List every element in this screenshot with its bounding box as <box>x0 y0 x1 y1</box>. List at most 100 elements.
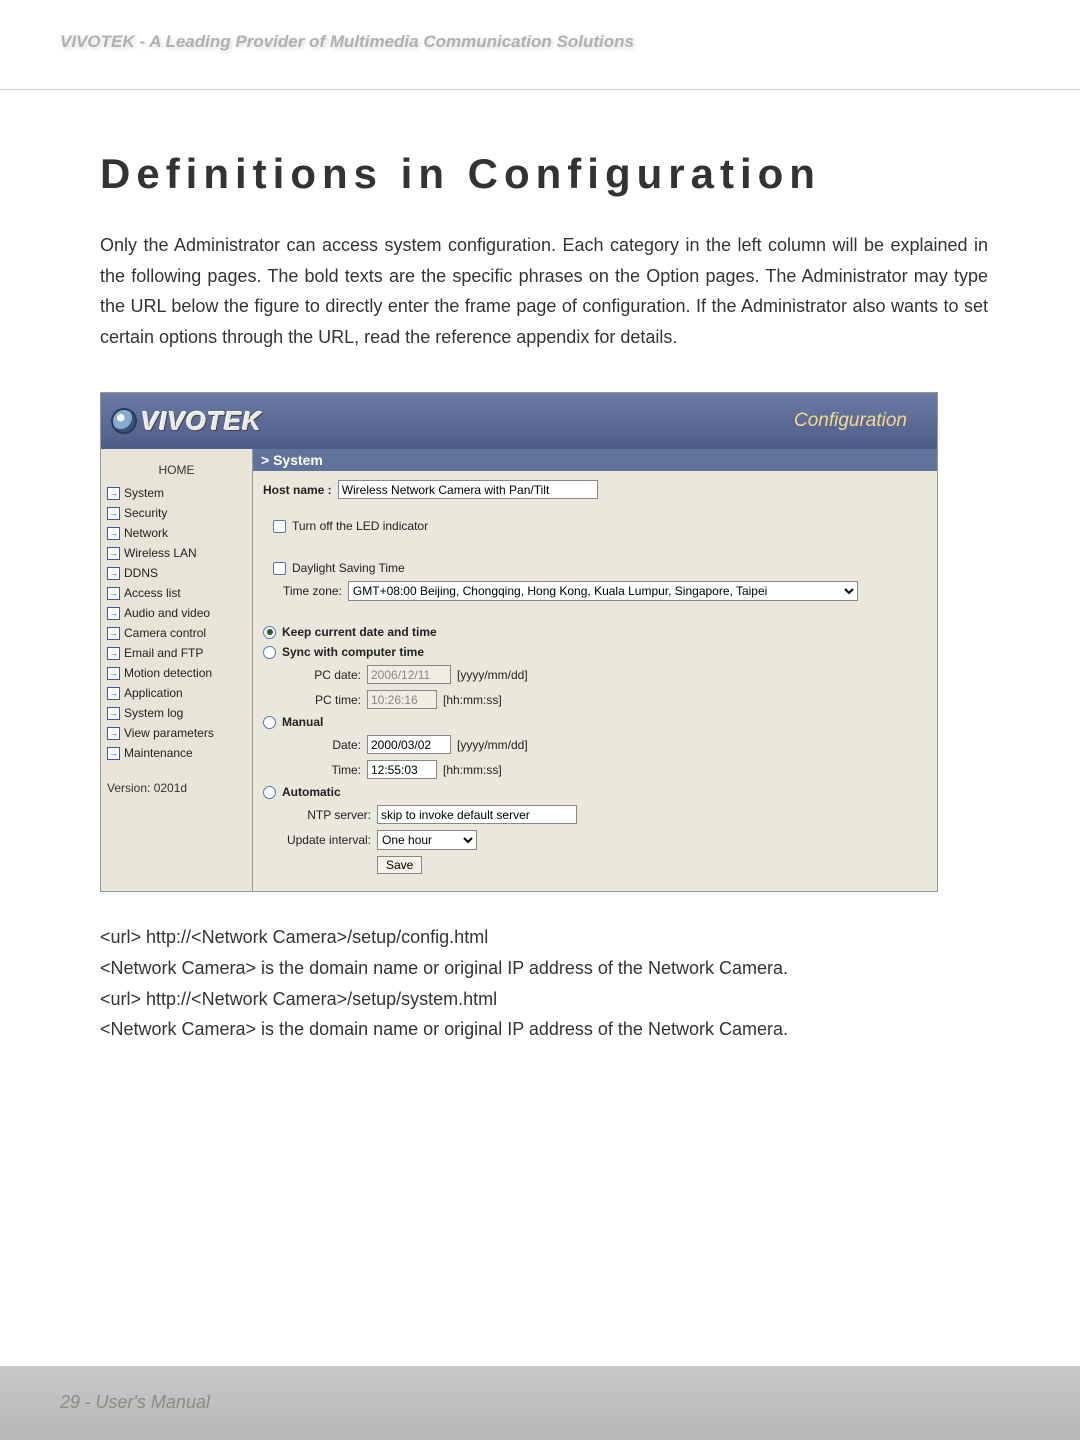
sidebar-item-email-ftp[interactable]: → Email and FTP <box>101 643 252 663</box>
sidebar-item-label: Security <box>124 506 167 520</box>
pc-date-hint: [yyyy/mm/dd] <box>457 668 528 682</box>
keep-radio[interactable] <box>263 626 276 639</box>
page-header: VIVOTEK - A Leading Provider of Multimed… <box>0 0 1080 90</box>
sidebar-item-camera-control[interactable]: → Camera control <box>101 623 252 643</box>
save-button[interactable]: Save <box>377 856 422 874</box>
auto-radio[interactable] <box>263 786 276 799</box>
arrow-icon: → <box>107 627 120 640</box>
led-checkbox[interactable] <box>273 520 286 533</box>
sidebar-item-label: Email and FTP <box>124 646 203 660</box>
logo: VIVOTEK <box>111 406 262 437</box>
pc-time-label: PC time: <box>281 693 361 707</box>
page-content: Definitions in Configuration Only the Ad… <box>0 90 1080 1045</box>
arrow-icon: → <box>107 647 120 660</box>
brand-tagline: VIVOTEK - A Leading Provider of Multimed… <box>60 32 1080 52</box>
url-line-2: <Network Camera> is the domain name or o… <box>100 953 988 984</box>
app-body: HOME →System →Security →Network →Wireles… <box>101 449 937 891</box>
pc-date-label: PC date: <box>281 668 361 682</box>
logo-eye-icon <box>111 408 137 434</box>
sidebar-item-label: System log <box>124 706 183 720</box>
sidebar-item-label: System <box>124 486 164 500</box>
sidebar-item-label: Network <box>124 526 168 540</box>
manual-date-hint: [yyyy/mm/dd] <box>457 738 528 752</box>
arrow-icon: → <box>107 727 120 740</box>
sidebar-item-access-list[interactable]: → Access list <box>101 583 252 603</box>
dst-label: Daylight Saving Time <box>292 561 405 575</box>
sidebar-home-link[interactable]: HOME <box>101 455 252 483</box>
sidebar-item-label: Audio and video <box>124 606 210 620</box>
hostname-input[interactable] <box>338 480 598 499</box>
sidebar-item-application[interactable]: → Application <box>101 683 252 703</box>
sidebar-item-label: Motion detection <box>124 666 212 680</box>
sidebar-item-view-parameters[interactable]: → View parameters <box>101 723 252 743</box>
led-label: Turn off the LED indicator <box>292 519 428 533</box>
arrow-icon: → <box>107 527 120 540</box>
sidebar-item-motion-detection[interactable]: → Motion detection <box>101 663 252 683</box>
sidebar-item-label: DDNS <box>124 566 158 580</box>
section-title-bar: > System <box>253 449 937 471</box>
sidebar-item-label: Wireless LAN <box>124 546 197 560</box>
config-screenshot: VIVOTEK Configuration HOME →System →Secu… <box>100 392 938 892</box>
manual-time-input[interactable] <box>367 760 437 779</box>
url-block: <url> http://<Network Camera>/setup/conf… <box>100 922 988 1044</box>
url-line-1: <url> http://<Network Camera>/setup/conf… <box>100 922 988 953</box>
arrow-icon: → <box>107 507 120 520</box>
update-interval-label: Update interval: <box>281 834 371 847</box>
arrow-icon: → <box>107 687 120 700</box>
main-panel: > System Host name : Turn off the LED in… <box>253 449 937 891</box>
footer-label: User's Manual <box>95 1392 209 1412</box>
sidebar-item-label: Access list <box>124 586 181 600</box>
timezone-label: Time zone: <box>283 584 342 598</box>
manual-date-label: Date: <box>281 738 361 752</box>
header-config-label: Configuration <box>794 410 907 432</box>
page-title: Definitions in Configuration <box>100 150 988 198</box>
footer-separator: - <box>84 1392 95 1412</box>
sidebar-item-network[interactable]: → Network <box>101 523 252 543</box>
sidebar-item-ddns[interactable]: → DDNS <box>101 563 252 583</box>
ntp-label: NTP server: <box>281 808 371 822</box>
sidebar-item-system[interactable]: →System <box>101 483 252 503</box>
url-line-4: <Network Camera> is the domain name or o… <box>100 1014 988 1045</box>
sidebar-item-label: View parameters <box>124 726 214 740</box>
dst-checkbox[interactable] <box>273 562 286 575</box>
sidebar-item-label: Camera control <box>124 626 206 640</box>
keep-label: Keep current date and time <box>282 625 437 639</box>
sidebar-item-wireless-lan[interactable]: →Wireless LAN <box>101 543 252 563</box>
manual-date-input[interactable] <box>367 735 451 754</box>
arrow-icon: → <box>107 587 120 600</box>
sidebar: HOME →System →Security →Network →Wireles… <box>101 449 253 891</box>
sidebar-item-label: Application <box>124 686 183 700</box>
ntp-input[interactable] <box>377 805 577 824</box>
pc-time-input <box>367 690 437 709</box>
timezone-select[interactable]: GMT+08:00 Beijing, Chongqing, Hong Kong,… <box>348 581 858 601</box>
sync-label: Sync with computer time <box>282 645 424 659</box>
url-line-3: <url> http://<Network Camera>/setup/syst… <box>100 984 988 1015</box>
logo-text: VIVOTEK <box>141 406 262 437</box>
pc-time-hint: [hh:mm:ss] <box>443 693 502 707</box>
sidebar-item-security[interactable]: → Security <box>101 503 252 523</box>
arrow-icon: → <box>107 707 120 720</box>
page-footer: 29 - User's Manual <box>0 1366 1080 1440</box>
manual-label: Manual <box>282 715 323 729</box>
sidebar-item-label: Maintenance <box>124 746 193 760</box>
sidebar-item-maintenance[interactable]: → Maintenance <box>101 743 252 763</box>
intro-paragraph: Only the Administrator can access system… <box>100 230 988 352</box>
pc-date-input <box>367 665 451 684</box>
arrow-icon: → <box>107 667 120 680</box>
arrow-icon: → <box>107 747 120 760</box>
manual-time-label: Time: <box>281 763 361 777</box>
version-label: Version: 0201d <box>101 763 252 819</box>
arrow-icon: → <box>107 567 120 580</box>
footer-page-number: 29 <box>60 1392 80 1412</box>
system-form: Host name : Turn off the LED indicator D… <box>253 471 937 891</box>
arrow-icon: → <box>107 607 120 620</box>
auto-label: Automatic <box>282 785 341 799</box>
hostname-label: Host name : <box>263 483 332 497</box>
sidebar-item-audio-video[interactable]: → Audio and video <box>101 603 252 623</box>
manual-radio[interactable] <box>263 716 276 729</box>
manual-time-hint: [hh:mm:ss] <box>443 763 502 777</box>
sidebar-item-system-log[interactable]: → System log <box>101 703 252 723</box>
update-interval-select[interactable]: One hour <box>377 830 477 850</box>
sync-radio[interactable] <box>263 646 276 659</box>
app-header: VIVOTEK Configuration <box>101 393 937 449</box>
